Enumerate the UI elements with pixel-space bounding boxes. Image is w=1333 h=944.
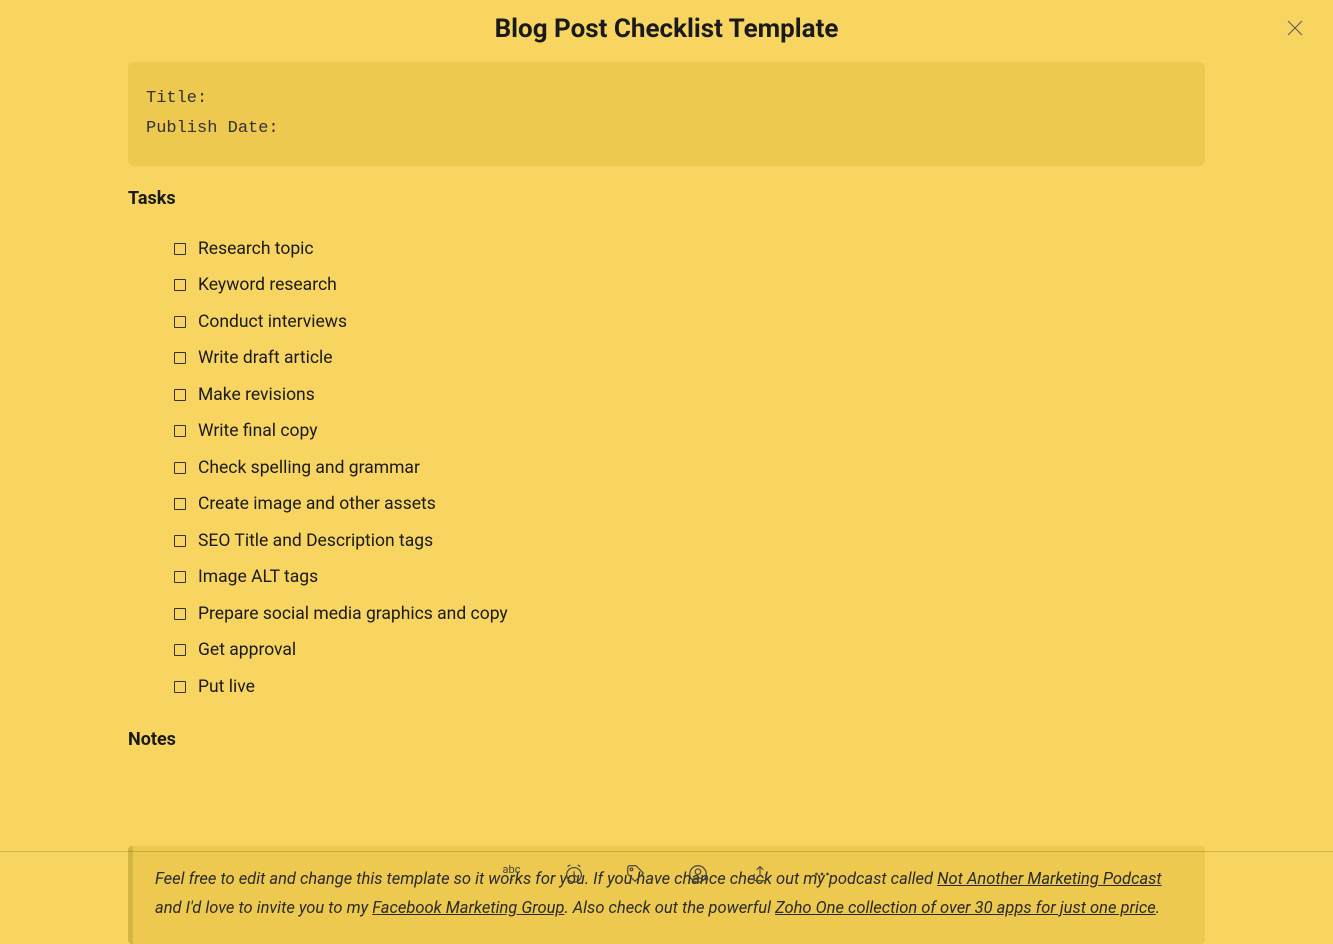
task-checkbox[interactable] xyxy=(174,498,186,510)
header: Blog Post Checklist Template xyxy=(0,0,1333,62)
task-checkbox[interactable] xyxy=(174,316,186,328)
task-item: Research topic xyxy=(174,237,1205,262)
export-button[interactable] xyxy=(748,862,772,886)
task-label[interactable]: Create image and other assets xyxy=(198,492,436,517)
task-checkbox[interactable] xyxy=(174,389,186,401)
task-checkbox[interactable] xyxy=(174,279,186,291)
task-item: SEO Title and Description tags xyxy=(174,529,1205,554)
facebook-group-link[interactable]: Facebook Marketing Group xyxy=(372,899,564,918)
footer-text: . Also check out the powerful xyxy=(564,899,775,918)
task-item: Prepare social media graphics and copy xyxy=(174,602,1205,627)
clock-icon xyxy=(563,863,585,885)
tag-icon xyxy=(625,863,647,885)
task-item: Get approval xyxy=(174,638,1205,663)
task-checkbox[interactable] xyxy=(174,681,186,693)
share-icon xyxy=(750,864,770,884)
close-icon xyxy=(1285,18,1305,38)
spellcheck-button[interactable]: abc ⌄ xyxy=(500,862,524,886)
task-label[interactable]: Research topic xyxy=(198,237,314,262)
bottom-toolbar: abc ⌄ xyxy=(0,851,1333,895)
task-label[interactable]: Make revisions xyxy=(198,383,315,408)
task-checkbox[interactable] xyxy=(174,462,186,474)
tag-button[interactable] xyxy=(624,862,648,886)
task-item: Make revisions xyxy=(174,383,1205,408)
task-label[interactable]: Write final copy xyxy=(198,419,318,444)
task-label[interactable]: Prepare social media graphics and copy xyxy=(198,602,508,627)
footer-text: . xyxy=(1156,899,1160,918)
chevron-down-icon: ⌄ xyxy=(503,875,521,883)
task-checkbox[interactable] xyxy=(174,571,186,583)
tasks-heading: Tasks xyxy=(128,188,1205,209)
task-label[interactable]: Write draft article xyxy=(198,346,333,371)
task-item: Check spelling and grammar xyxy=(174,456,1205,481)
metadata-block[interactable]: Title: Publish Date: xyxy=(128,62,1205,166)
metadata-title-line: Title: xyxy=(146,84,1187,114)
task-label[interactable]: Get approval xyxy=(198,638,296,663)
task-label[interactable]: Conduct interviews xyxy=(198,310,347,335)
task-checkbox[interactable] xyxy=(174,535,186,547)
more-icon xyxy=(811,863,833,885)
task-item: Keyword research xyxy=(174,273,1205,298)
task-checkbox[interactable] xyxy=(174,352,186,364)
task-item: Put live xyxy=(174,675,1205,700)
user-plus-icon xyxy=(687,863,709,885)
task-item: Write final copy xyxy=(174,419,1205,444)
task-item: Image ALT tags xyxy=(174,565,1205,590)
reminder-button[interactable] xyxy=(562,862,586,886)
task-checkbox[interactable] xyxy=(174,243,186,255)
tasks-list: Research topic Keyword research Conduct in… xyxy=(128,237,1205,700)
notes-heading: Notes xyxy=(128,729,1205,750)
content-area: Title: Publish Date: Tasks Research topi… xyxy=(0,62,1333,944)
zoho-link[interactable]: Zoho One collection of over 30 apps for … xyxy=(775,899,1156,918)
metadata-date-line: Publish Date: xyxy=(146,114,1187,144)
task-item: Write draft article xyxy=(174,346,1205,371)
task-item: Conduct interviews xyxy=(174,310,1205,335)
task-label[interactable]: SEO Title and Description tags xyxy=(198,529,433,554)
page-title[interactable]: Blog Post Checklist Template xyxy=(495,14,839,44)
task-label[interactable]: Image ALT tags xyxy=(198,565,318,590)
task-label[interactable]: Put live xyxy=(198,675,255,700)
footer-text: and I'd love to invite you to my xyxy=(155,899,372,918)
close-button[interactable] xyxy=(1285,18,1305,38)
task-item: Create image and other assets xyxy=(174,492,1205,517)
more-button[interactable] xyxy=(810,862,834,886)
task-label[interactable]: Check spelling and grammar xyxy=(198,456,420,481)
share-user-button[interactable] xyxy=(686,862,710,886)
task-label[interactable]: Keyword research xyxy=(198,273,337,298)
task-checkbox[interactable] xyxy=(174,425,186,437)
task-checkbox[interactable] xyxy=(174,644,186,656)
task-checkbox[interactable] xyxy=(174,608,186,620)
